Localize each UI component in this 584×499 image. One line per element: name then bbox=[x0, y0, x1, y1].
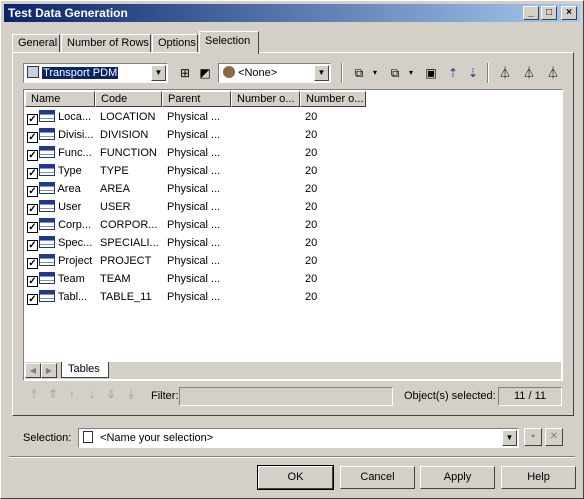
chevron-down-icon[interactable]: ▾ bbox=[367, 65, 383, 81]
selection-label: Selection: bbox=[23, 432, 72, 444]
column-header-code[interactable]: Code bbox=[95, 91, 162, 107]
row-checkbox[interactable]: ✓ bbox=[27, 276, 38, 287]
tab-selection[interactable]: Selection bbox=[199, 31, 259, 54]
scroll-right-icon[interactable]: ▶ bbox=[41, 363, 57, 378]
chevron-down-icon[interactable]: ▼ bbox=[314, 65, 329, 81]
table-icon bbox=[39, 128, 55, 140]
deselect-all-icon[interactable]: ⧉ bbox=[387, 65, 403, 81]
move-to-top-icon[interactable]: ⤒ bbox=[27, 387, 41, 401]
filter-field[interactable] bbox=[179, 387, 393, 406]
move-page-down-icon[interactable]: ⇓ bbox=[104, 387, 118, 401]
selected-count-label: Object(s) selected: bbox=[404, 390, 496, 402]
chevron-down-icon[interactable]: ▼ bbox=[502, 430, 517, 446]
filter-label: Filter: bbox=[151, 390, 179, 402]
move-to-top-icon[interactable]: ⇡ bbox=[445, 65, 461, 81]
title-bar: Test Data Generation bbox=[4, 4, 580, 22]
table-icon bbox=[39, 254, 55, 266]
selection-combo[interactable]: <Name your selection> ▼ bbox=[78, 428, 519, 448]
table-icon bbox=[39, 164, 55, 176]
column-header-parent[interactable]: Parent bbox=[162, 91, 231, 107]
model-combo[interactable]: Transport PDM ▼ bbox=[23, 63, 168, 83]
table-icon bbox=[39, 200, 55, 212]
test-data-generation-dialog: Test Data Generation _ □ × General Numbe… bbox=[0, 0, 584, 499]
select-all-icon[interactable]: ⧉ bbox=[351, 65, 367, 81]
apply-button[interactable]: Apply bbox=[420, 466, 495, 489]
table-row[interactable]: ✓ Team TEAM Physical ... 20 bbox=[25, 270, 366, 288]
ok-button[interactable]: OK bbox=[257, 465, 334, 490]
document-icon bbox=[83, 431, 93, 443]
table-icon bbox=[39, 146, 55, 158]
use-graphical-selection-icon[interactable]: ▣ bbox=[423, 65, 439, 81]
filter-clear-icon[interactable]: ⏃ bbox=[521, 65, 537, 81]
include-subpackages-icon[interactable]: ⊞ bbox=[177, 65, 193, 81]
column-header-name[interactable]: Name bbox=[25, 91, 95, 107]
filter-define-icon[interactable]: ⏃ bbox=[545, 65, 561, 81]
filter-icon[interactable]: ⏃ bbox=[497, 65, 513, 81]
table-row[interactable]: ✓ Type TYPE Physical ... 20 bbox=[25, 162, 366, 180]
move-page-up-icon[interactable]: ⇑ bbox=[46, 387, 60, 401]
row-checkbox[interactable]: ✓ bbox=[27, 168, 38, 179]
table-icon bbox=[39, 272, 55, 284]
table-icon bbox=[39, 236, 55, 248]
table-row[interactable]: ✓ Divisi... DIVISION Physical ... 20 bbox=[25, 126, 366, 144]
owner-combo[interactable]: <None> ▼ bbox=[218, 63, 331, 83]
row-checkbox[interactable]: ✓ bbox=[27, 204, 38, 215]
user-icon bbox=[223, 66, 235, 78]
toolbar-separator bbox=[487, 63, 489, 83]
selected-count: 11 / 11 bbox=[498, 387, 562, 406]
window-title: Test Data Generation bbox=[8, 6, 128, 20]
table-row[interactable]: ✓ Spec... SPECIALI... Physical ... 20 bbox=[25, 234, 366, 252]
model-icon bbox=[27, 66, 39, 78]
table-icon bbox=[39, 182, 55, 194]
table-row[interactable]: ✓ Area AREA Physical ... 20 bbox=[25, 180, 366, 198]
chevron-down-icon[interactable]: ▼ bbox=[151, 65, 166, 81]
tab-options[interactable]: Options bbox=[152, 34, 198, 53]
column-header-number-2[interactable]: Number o... bbox=[300, 91, 366, 107]
table-row[interactable]: ✓ Loca... LOCATION Physical ... 20 bbox=[25, 108, 366, 126]
toolbar-separator bbox=[341, 63, 343, 83]
table-row[interactable]: ✓ Corp... CORPOR... Physical ... 20 bbox=[25, 216, 366, 234]
table-icon bbox=[39, 290, 55, 302]
row-checkbox[interactable]: ✓ bbox=[27, 114, 38, 125]
table-icon bbox=[39, 218, 55, 230]
help-button[interactable]: Help bbox=[501, 466, 576, 489]
move-to-bottom-icon[interactable]: ⤓ bbox=[124, 387, 138, 401]
table-row[interactable]: ✓ Func... FUNCTION Physical ... 20 bbox=[25, 144, 366, 162]
sheet-tab-bar: ◀ ▶ Tables bbox=[25, 362, 561, 379]
cancel-button[interactable]: Cancel bbox=[340, 466, 415, 489]
row-checkbox[interactable]: ✓ bbox=[27, 150, 38, 161]
row-checkbox[interactable]: ✓ bbox=[27, 222, 38, 233]
tab-general[interactable]: General bbox=[12, 34, 60, 53]
maximize-button[interactable]: □ bbox=[541, 6, 557, 20]
row-checkbox[interactable]: ✓ bbox=[27, 186, 38, 197]
column-header-number-1[interactable]: Number o... bbox=[231, 91, 300, 107]
sheet-tab-tables[interactable]: Tables bbox=[61, 362, 109, 378]
separator bbox=[9, 456, 575, 458]
row-checkbox[interactable]: ✓ bbox=[27, 294, 38, 305]
move-down-icon[interactable]: ↓ bbox=[85, 387, 99, 401]
include-composite-icon[interactable]: ◩ bbox=[197, 65, 213, 81]
table-row[interactable]: ✓ User USER Physical ... 20 bbox=[25, 198, 366, 216]
move-to-bottom-icon[interactable]: ⇣ bbox=[465, 65, 481, 81]
table-row[interactable]: ✓ Project PROJECT Physical ... 20 bbox=[25, 252, 366, 270]
row-checkbox[interactable]: ✓ bbox=[27, 132, 38, 143]
row-checkbox[interactable]: ✓ bbox=[27, 258, 38, 269]
row-checkbox[interactable]: ✓ bbox=[27, 240, 38, 251]
chevron-down-icon[interactable]: ▾ bbox=[403, 65, 419, 81]
table-icon bbox=[39, 110, 55, 122]
move-up-icon[interactable]: ↑ bbox=[65, 387, 79, 401]
list-header: Name Code Parent Number o... Number o... bbox=[25, 91, 366, 107]
object-list[interactable]: Name Code Parent Number o... Number o...… bbox=[23, 89, 563, 381]
tab-number-of-rows[interactable]: Number of Rows bbox=[61, 34, 151, 53]
table-row[interactable]: ✓ Tabl... TABLE_11 Physical ... 20 bbox=[25, 288, 366, 306]
close-button[interactable]: × bbox=[561, 6, 577, 20]
scroll-left-icon[interactable]: ◀ bbox=[25, 363, 41, 378]
save-selection-button[interactable]: ▪ bbox=[524, 428, 542, 446]
delete-selection-button[interactable]: ✕ bbox=[545, 428, 563, 446]
minimize-button[interactable]: _ bbox=[523, 6, 539, 20]
